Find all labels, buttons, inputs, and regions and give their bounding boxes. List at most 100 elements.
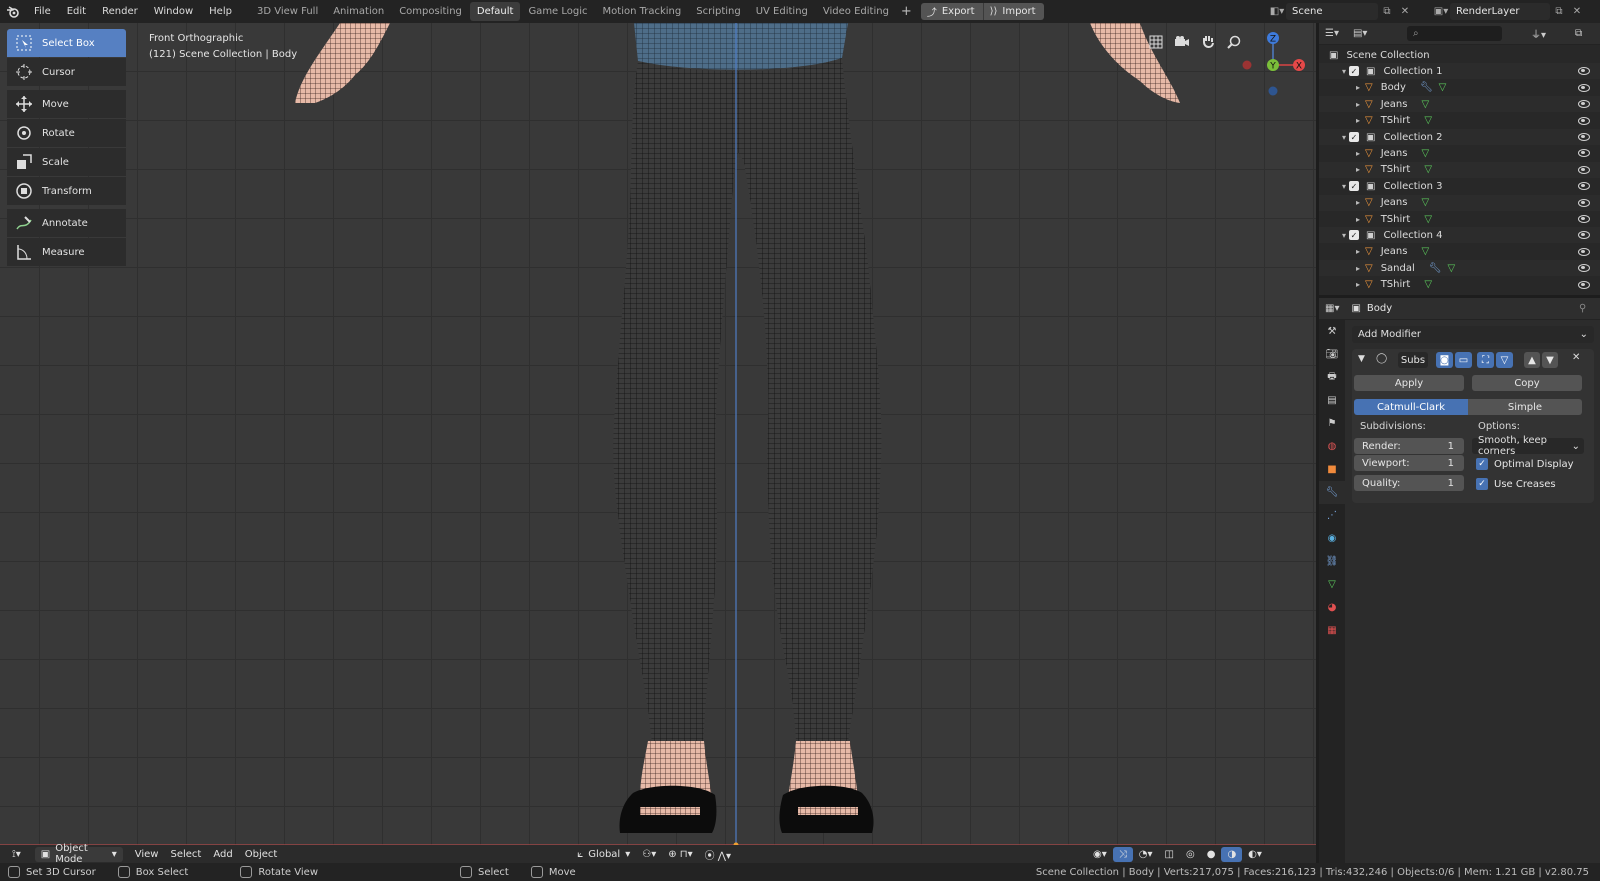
view-menu[interactable]: View xyxy=(129,847,165,862)
filter-icon[interactable]: ⏚▾ xyxy=(1531,26,1546,41)
visibility-eye-icon[interactable] xyxy=(1578,100,1590,109)
mesh-data-icon[interactable]: ▽ xyxy=(1447,263,1455,274)
modifier-properties-icon[interactable]: 🔧︎ xyxy=(1319,481,1345,504)
tool-settings-icon[interactable]: ⚒ xyxy=(1319,320,1345,343)
visibility-eye-icon[interactable] xyxy=(1578,280,1590,289)
outliner-object[interactable]: ▸ ▽ TShirt ▽ xyxy=(1319,277,1600,293)
scene-icon[interactable]: ◧▾ xyxy=(1268,3,1286,20)
expand-triangle-icon[interactable]: ▸ xyxy=(1353,116,1363,125)
expand-triangle-icon[interactable]: ▾ xyxy=(1339,67,1349,76)
navigation-gizmo[interactable]: Z Y X xyxy=(1235,28,1305,108)
texture-icon[interactable]: ▦ xyxy=(1319,619,1345,642)
quality-field[interactable]: Quality: 1 xyxy=(1354,475,1464,491)
expand-triangle-icon[interactable]: ▸ xyxy=(1353,149,1363,158)
properties-editor-icon[interactable]: ▦▾ xyxy=(1325,303,1339,314)
editor-type-icon[interactable]: ⟟▾ xyxy=(6,847,27,862)
output-settings-icon[interactable]: 🖶︎ xyxy=(1319,366,1345,389)
tab-compositing[interactable]: Compositing xyxy=(392,2,469,21)
render-settings-icon[interactable]: 📷︎ xyxy=(1319,343,1345,366)
modifier-wrench-icon[interactable]: 🔧︎ xyxy=(1429,263,1442,274)
mesh-data-icon[interactable]: ▽ xyxy=(1421,99,1429,110)
shading-wireframe-icon[interactable]: ◎ xyxy=(1180,847,1201,862)
modifier-wrench-icon[interactable]: 🔧︎ xyxy=(1420,82,1433,93)
visibility-eye-icon[interactable] xyxy=(1578,165,1590,174)
move-down-icon[interactable]: ▼ xyxy=(1542,352,1558,368)
pan-hand-icon[interactable] xyxy=(1197,31,1219,53)
tool-scale[interactable]: Scale xyxy=(7,148,126,176)
visibility-icon[interactable]: ◉▾ xyxy=(1087,847,1113,862)
outliner-collection[interactable]: ▾ ✓ ▣ Collection 1 xyxy=(1319,63,1600,80)
menu-window[interactable]: Window xyxy=(146,0,201,23)
visibility-eye-icon[interactable] xyxy=(1578,215,1590,223)
mesh-data-icon[interactable]: ▽ xyxy=(1439,82,1447,93)
expand-triangle-icon[interactable]: ▸ xyxy=(1353,165,1363,174)
new-collection-icon[interactable]: ⧉ xyxy=(1575,28,1582,39)
visibility-eye-icon[interactable] xyxy=(1578,247,1590,256)
remove-modifier-icon[interactable]: ✕ xyxy=(1572,352,1580,363)
outliner-object[interactable]: ▸ ▽ TShirt ▽ xyxy=(1319,161,1600,178)
render-layer-field[interactable]: RenderLayer xyxy=(1450,3,1550,20)
tool-select-box[interactable]: Select Box xyxy=(7,29,126,57)
mesh-data-icon[interactable]: ▽ xyxy=(1424,164,1432,175)
view-layer-icon[interactable]: ▤ xyxy=(1319,389,1345,412)
tool-rotate[interactable]: Rotate xyxy=(7,119,126,147)
outliner-collection[interactable]: ▾ ✓ ▣ Collection 3 xyxy=(1319,178,1600,194)
mesh-data-icon[interactable]: ▽ xyxy=(1424,214,1432,225)
show-render-icon[interactable]: ◙ xyxy=(1436,352,1453,368)
delete-scene-icon[interactable]: ✕ xyxy=(1396,3,1414,20)
tab-scripting[interactable]: Scripting xyxy=(689,2,747,21)
proportional-edit-icon[interactable]: ⦿ ⋀▾ xyxy=(699,847,737,862)
add-modifier-dropdown[interactable]: Add Modifier ⌄ xyxy=(1352,326,1594,343)
outliner-object[interactable]: ▸ ▽ TShirt ▽ xyxy=(1319,113,1600,129)
object-properties-icon[interactable]: ■ xyxy=(1319,458,1345,481)
mesh-data-icon[interactable]: ▽ xyxy=(1421,148,1429,159)
tool-annotate[interactable]: Annotate xyxy=(7,209,126,237)
outliner-object[interactable]: ▸ ▽ Jeans ▽ xyxy=(1319,96,1600,113)
visibility-eye-icon[interactable] xyxy=(1578,83,1590,92)
scene-settings-icon[interactable]: ⚑ xyxy=(1319,412,1345,435)
tool-move[interactable]: Move xyxy=(7,90,126,118)
display-mode-icon[interactable]: ▤▾ xyxy=(1353,28,1367,39)
tab-game-logic[interactable]: Game Logic xyxy=(521,2,594,21)
gizmo-toggle-icon[interactable]: ⤨ xyxy=(1112,846,1133,862)
menu-edit[interactable]: Edit xyxy=(59,0,94,23)
expand-triangle-icon[interactable]: ▸ xyxy=(1353,198,1363,207)
expand-triangle-icon[interactable]: ▸ xyxy=(1353,100,1363,109)
delete-render-layer-icon[interactable]: ✕ xyxy=(1568,3,1586,20)
modifier-name-field[interactable]: Subs xyxy=(1398,352,1428,368)
copy-button[interactable]: Copy xyxy=(1472,375,1582,391)
shading-solid-icon[interactable]: ● xyxy=(1201,847,1222,862)
mesh-data-icon[interactable]: ▽ xyxy=(1421,246,1429,257)
tab-video-editing[interactable]: Video Editing xyxy=(816,2,896,21)
physics-icon[interactable]: ◉ xyxy=(1319,527,1345,550)
shading-material-icon[interactable]: ◑ xyxy=(1221,846,1243,862)
gizmo-neg-z-icon[interactable] xyxy=(1268,86,1278,96)
show-editmode-icon[interactable]: ⛶ xyxy=(1477,352,1494,368)
pivot-icon[interactable]: ⚇▾ xyxy=(636,847,662,862)
visibility-eye-icon[interactable] xyxy=(1578,116,1590,125)
export-button[interactable]: ⤴ Export xyxy=(920,3,984,20)
new-render-layer-icon[interactable]: ⧉ xyxy=(1550,3,1568,20)
apply-button[interactable]: Apply xyxy=(1354,375,1464,391)
collapse-triangle-icon[interactable]: ▼ xyxy=(1358,354,1365,364)
gizmo-neg-x-icon[interactable] xyxy=(1242,60,1252,70)
snap-icon[interactable]: ⊕ ⊓▾ xyxy=(662,847,698,862)
expand-triangle-icon[interactable]: ▸ xyxy=(1353,280,1363,289)
tab-animation[interactable]: Animation xyxy=(326,2,391,21)
show-viewport-icon[interactable]: ▭ xyxy=(1455,352,1472,368)
visibility-eye-icon[interactable] xyxy=(1578,149,1590,158)
expand-triangle-icon[interactable]: ▸ xyxy=(1353,264,1363,273)
viewport-levels-field[interactable]: Viewport: 1 xyxy=(1354,455,1464,471)
collection-checkbox[interactable]: ✓ xyxy=(1349,132,1359,142)
mesh-data-icon[interactable]: ▽ xyxy=(1421,197,1429,208)
expand-triangle-icon[interactable]: ▸ xyxy=(1353,215,1363,224)
tab-uv-editing[interactable]: UV Editing xyxy=(749,2,815,21)
outliner-object[interactable]: ▸ ▽ Body 🔧︎ ▽ xyxy=(1319,80,1600,96)
tab-default[interactable]: Default xyxy=(469,2,521,21)
mesh-data-icon[interactable]: ▽ xyxy=(1424,115,1432,126)
grid-view-icon[interactable] xyxy=(1145,31,1167,53)
pin-icon[interactable]: ⚲ xyxy=(1579,303,1586,314)
add-workspace-icon[interactable]: + xyxy=(897,2,916,21)
catmull-clark-toggle[interactable]: Catmull-Clark xyxy=(1354,399,1468,415)
tool-measure[interactable]: Measure xyxy=(7,238,126,266)
